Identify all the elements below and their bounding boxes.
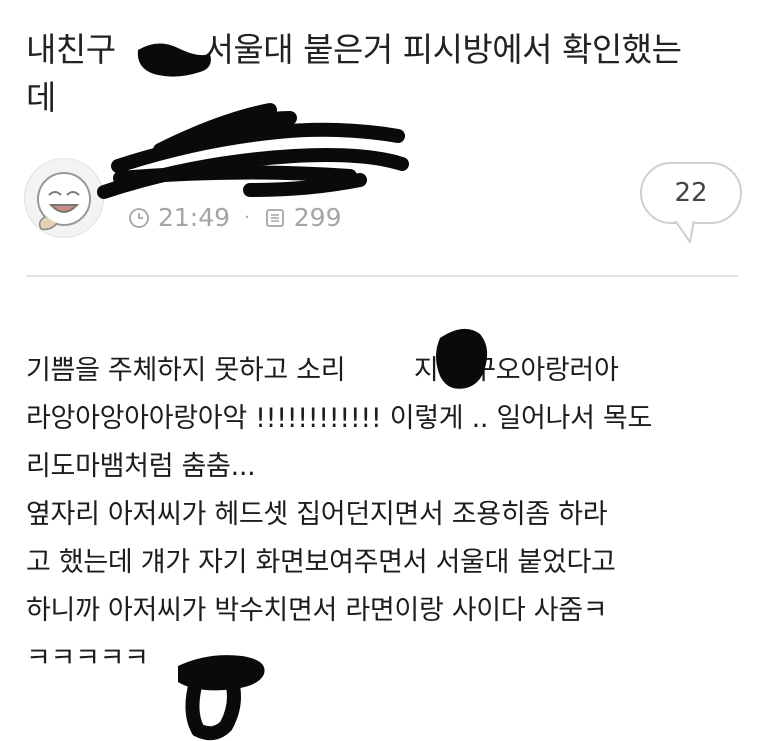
body-line: 라앙아앙아아랑아악 !!!!!!!!!!!! 이렇게 .. 일어나서 목도	[26, 403, 652, 434]
comment-count: 22	[674, 178, 708, 208]
author-avatar[interactable]	[24, 158, 104, 238]
view-count: 299	[293, 203, 342, 232]
post-title-line1-rest: 서울대 붙은거 피시방에서 확인했는	[193, 30, 682, 69]
meta-separator: ·	[244, 207, 250, 228]
redaction-mark-username	[97, 103, 409, 199]
body-line: 하니까 아저씨가 박수치면서 라면이랑 사이다 사줌ㅋ	[26, 595, 608, 626]
divider	[26, 275, 738, 277]
clock-icon	[129, 207, 149, 228]
body-line: 리도마뱀처럼 춤춤...	[26, 451, 256, 482]
post-title-line2: 데	[26, 78, 56, 117]
speech-bubble-tail-icon	[670, 216, 696, 243]
cartoon-face-avatar-icon	[37, 172, 91, 231]
post-body: 기쁨을 주체하지 못하고 소리 지름 꾸오아랑러아 라앙아앙아아랑아악 !!!!…	[26, 347, 746, 683]
comment-count-button[interactable]: 22	[640, 162, 742, 224]
document-icon	[265, 208, 284, 227]
body-line: 고 했는데 걔가 자기 화면보여주면서 서울대 붙었다고	[26, 547, 616, 578]
body-line: 옆자리 아저씨가 헤드셋 집어던지면서 조용히좀 하라	[26, 499, 608, 530]
body-line: 기쁨을 주체하지 못하고 소리 지름 꾸오아랑러아	[26, 355, 619, 386]
post-title-line1: 내친구	[26, 30, 126, 69]
post-time: 21:49	[158, 203, 231, 232]
body-line: ㅋㅋㅋㅋㅋ	[26, 643, 149, 674]
post-meta: 21:49 · 299	[128, 203, 342, 232]
post-title: 내친구 서울대 붙은거 피시방에서 확인했는 데	[26, 26, 746, 122]
